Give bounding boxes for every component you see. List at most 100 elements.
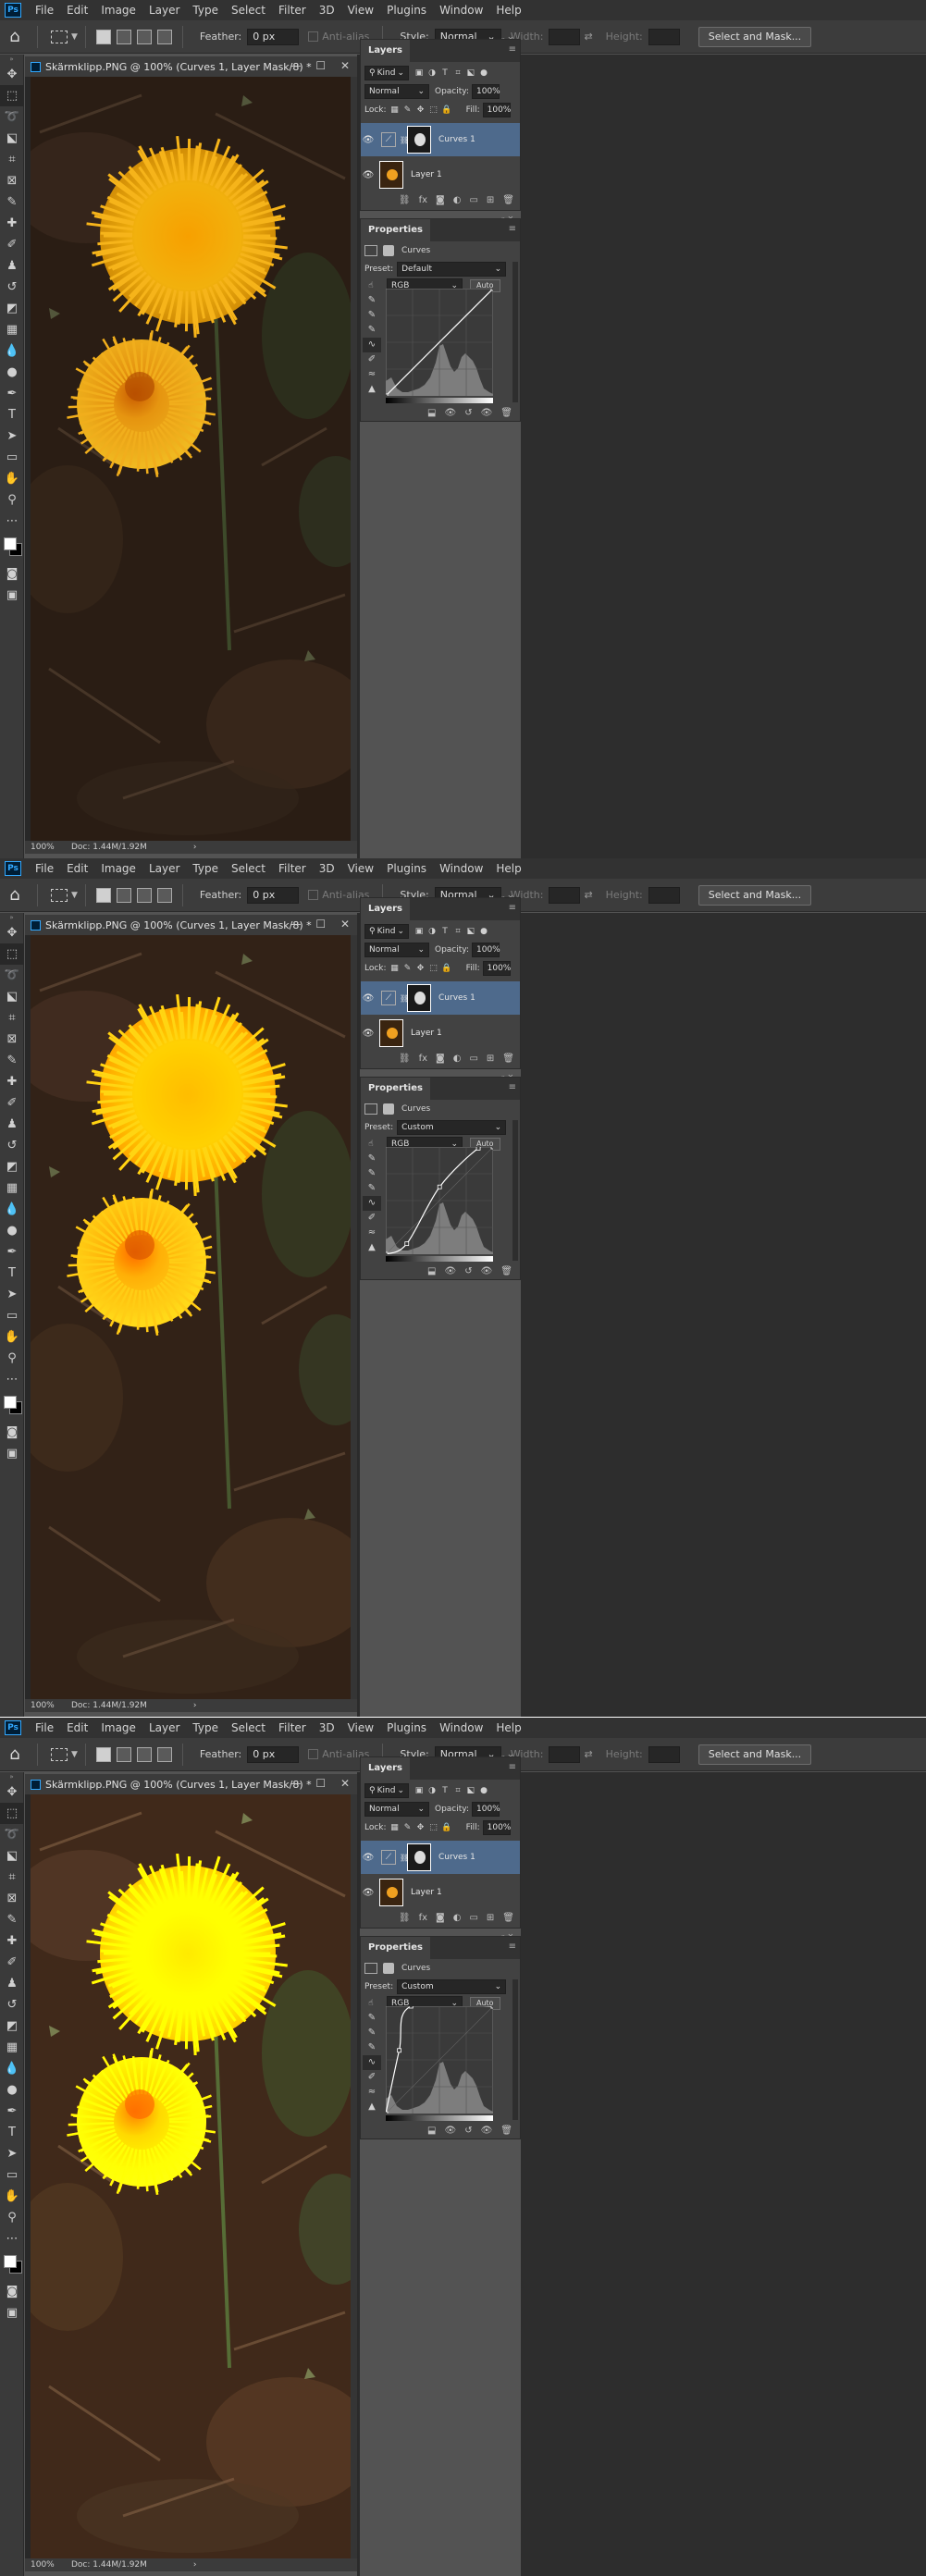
lock-transparency-icon[interactable]: ▦ <box>389 1821 401 1834</box>
tab-properties[interactable]: Properties <box>361 219 430 241</box>
curves-icon[interactable] <box>364 245 377 256</box>
pen-tool-icon[interactable]: ✒ <box>0 1241 24 1263</box>
height-input[interactable] <box>648 886 680 904</box>
type-filter-icon[interactable]: T <box>438 1784 451 1797</box>
menu-type[interactable]: Type <box>186 862 225 875</box>
fx-icon[interactable]: fx <box>419 195 427 205</box>
pixel-filter-icon[interactable]: ▣ <box>413 1784 426 1797</box>
chevron-right-icon[interactable]: › <box>193 1701 197 1710</box>
object-selection-tool-icon[interactable]: ⬕ <box>0 986 24 1007</box>
blend-mode-select[interactable]: Normal ⌄ <box>364 943 429 957</box>
menu-help[interactable]: Help <box>489 1721 527 1734</box>
tab-layers[interactable]: Layers <box>361 1757 410 1780</box>
delete-adjustment-icon[interactable]: 🗑 <box>500 2126 512 2136</box>
menu-edit[interactable]: Edit <box>60 4 94 17</box>
eraser-tool-icon[interactable]: ◩ <box>0 1156 24 1177</box>
smart-object-filter-icon[interactable]: ⬕ <box>464 925 477 938</box>
brush-tool-icon[interactable]: ✐ <box>0 1952 24 1973</box>
width-input[interactable] <box>549 28 581 45</box>
menu-view[interactable]: View <box>341 1721 380 1734</box>
quick-mask-icon[interactable]: ◙ <box>0 563 24 585</box>
properties-scrollbar[interactable] <box>512 1120 518 1261</box>
curve-point[interactable] <box>397 2048 401 2053</box>
lock-all-icon[interactable]: 🔒 <box>440 1821 453 1834</box>
lock-position-icon[interactable]: ✥ <box>414 1821 427 1834</box>
add-mask-icon[interactable]: ◙ <box>436 1054 445 1064</box>
curves-graph[interactable] <box>386 289 493 396</box>
targeted-adjustment-icon[interactable]: ☝ <box>364 279 377 292</box>
add-mask-icon[interactable]: ◙ <box>436 195 445 205</box>
white-point-eyedropper-icon[interactable]: ✎ <box>363 323 381 338</box>
add-to-selection-icon[interactable] <box>116 29 131 44</box>
swap-icon[interactable]: ⇄ <box>584 1748 592 1760</box>
swap-icon[interactable]: ⇄ <box>584 889 592 901</box>
curve-point[interactable] <box>490 289 493 291</box>
preset-select[interactable]: Custom ⌄ <box>397 1120 507 1135</box>
tab-properties[interactable]: Properties <box>361 1078 430 1100</box>
mask-link-icon[interactable]: ⛓ <box>400 994 409 1003</box>
photoshop-logo-icon[interactable]: Ps <box>5 1720 21 1735</box>
collapse-icon[interactable]: » <box>0 1772 23 1781</box>
screen-mode-icon[interactable]: ▣ <box>0 2302 24 2323</box>
document-tab[interactable]: Skärmklipp.PNG @ 100% (Curves 1, Layer M… <box>25 1774 357 1794</box>
menu-image[interactable]: Image <box>94 862 142 875</box>
properties-scrollbar[interactable] <box>512 262 518 402</box>
fill-input[interactable]: 100% <box>482 1820 511 1835</box>
close-icon[interactable]: ✕ <box>340 1777 350 1790</box>
new-adjustment-icon[interactable]: ◐ <box>453 195 462 205</box>
edit-points-icon[interactable]: ∿ <box>363 1196 381 1211</box>
curves-icon[interactable] <box>364 1103 377 1115</box>
home-icon[interactable]: ⌂ <box>0 885 30 905</box>
home-icon[interactable]: ⌂ <box>0 27 30 46</box>
curve-point[interactable] <box>408 2006 414 2009</box>
rectangle-tool-icon[interactable]: ▭ <box>0 2164 24 2186</box>
close-icon[interactable]: ✕ <box>340 59 350 72</box>
maximize-icon[interactable]: ☐ <box>315 1777 326 1790</box>
filter-toggle-icon[interactable]: ● <box>477 925 490 938</box>
layer-mask-thumbnail[interactable] <box>407 126 431 154</box>
layer-row-layer1[interactable]: 👁 Layer 1 <box>361 1876 520 1909</box>
menu-edit[interactable]: Edit <box>60 862 94 875</box>
feather-input[interactable]: 0 px <box>247 1745 300 1763</box>
menu-select[interactable]: Select <box>225 862 272 875</box>
frame-tool-icon[interactable]: ⊠ <box>0 170 24 191</box>
preset-select[interactable]: Default ⌄ <box>397 262 507 277</box>
zoom-tool-icon[interactable]: ⚲ <box>0 1348 24 1369</box>
chevron-right-icon[interactable]: › <box>193 843 197 852</box>
smooth-curve-icon[interactable]: ≈ <box>363 1226 381 1240</box>
new-layer-icon[interactable]: ⊞ <box>487 195 494 205</box>
targeted-adjustment-icon[interactable]: ☝ <box>364 1138 377 1151</box>
view-previous-icon[interactable]: 👁 <box>445 1266 457 1276</box>
type-tool-icon[interactable]: T <box>0 404 24 425</box>
layer-name-curves[interactable]: Curves 1 <box>438 1853 475 1862</box>
visibility-eye-icon[interactable]: 👁 <box>361 170 376 180</box>
foreground-color-swatch[interactable] <box>4 537 17 550</box>
smooth-curve-icon[interactable]: ≈ <box>363 2085 381 2100</box>
menu-image[interactable]: Image <box>94 1721 142 1734</box>
lock-pixels-icon[interactable]: ✎ <box>401 104 414 117</box>
select-and-mask-button[interactable]: Select and Mask... <box>698 884 812 906</box>
zoom-level[interactable]: 100% <box>25 2560 64 2570</box>
subtract-from-selection-icon[interactable] <box>136 29 152 44</box>
rectangle-tool-icon[interactable]: ▭ <box>0 1305 24 1326</box>
menu-3d[interactable]: 3D <box>313 862 341 875</box>
anti-alias-checkbox[interactable] <box>308 1749 319 1759</box>
link-layers-icon[interactable]: ⛓ <box>399 1913 411 1923</box>
healing-brush-tool-icon[interactable]: ✚ <box>0 1071 24 1092</box>
smart-object-filter-icon[interactable]: ⬕ <box>464 1784 477 1797</box>
zoom-level[interactable]: 100% <box>25 1701 64 1710</box>
properties-scrollbar[interactable] <box>512 1979 518 2120</box>
layer-row-layer1[interactable]: 👁 Layer 1 <box>361 1017 520 1050</box>
zoom-level[interactable]: 100% <box>25 843 64 852</box>
layer-name-layer1[interactable]: Layer 1 <box>411 170 442 179</box>
type-filter-icon[interactable]: T <box>438 925 451 938</box>
lock-pixels-icon[interactable]: ✎ <box>401 962 414 975</box>
menu-edit[interactable]: Edit <box>60 1721 94 1734</box>
panel-menu-icon[interactable]: ≡ <box>509 903 516 913</box>
fx-icon[interactable]: fx <box>419 1913 427 1923</box>
brush-tool-icon[interactable]: ✐ <box>0 234 24 255</box>
clone-stamp-tool-icon[interactable]: ♟ <box>0 1973 24 1994</box>
layer-row-layer1[interactable]: 👁 Layer 1 <box>361 158 520 191</box>
color-swatches[interactable] <box>0 532 24 563</box>
eyedropper-tool-icon[interactable]: ✎ <box>0 1909 24 1930</box>
